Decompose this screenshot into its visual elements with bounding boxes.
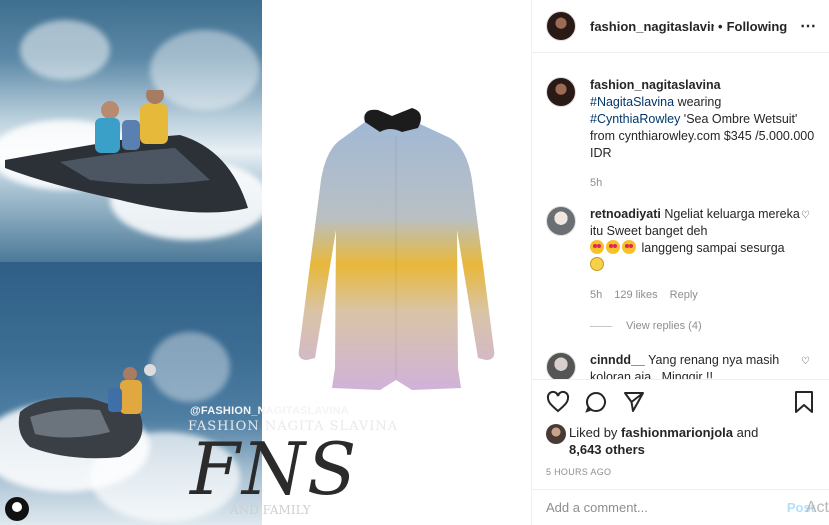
avatar[interactable] xyxy=(546,77,576,107)
comment-item: cinndd__ Yang renang nya masih koloran a… xyxy=(546,352,815,379)
liked-by: Liked by fashionmarionjola and 8,643 oth… xyxy=(546,424,815,458)
divider xyxy=(590,325,612,327)
caption-time[interactable]: 5h xyxy=(590,175,602,192)
watermark-family: AND FAMILY xyxy=(230,503,311,517)
avatar[interactable] xyxy=(546,424,566,444)
comment-like-heart-icon[interactable]: ♡ xyxy=(801,206,815,304)
view-replies-label: View replies (4) xyxy=(626,320,702,332)
likes-count[interactable]: 8,643 others xyxy=(569,442,645,457)
following-button[interactable]: Following xyxy=(727,19,788,34)
post-timestamp[interactable]: 5 HOURS AGO xyxy=(546,467,815,477)
comment-username[interactable]: retnoadiyati xyxy=(590,207,661,221)
post-image[interactable]: @FASHION_NAGITASLAVINA FASHION NAGITA SL… xyxy=(0,0,531,525)
avatar[interactable] xyxy=(546,206,576,236)
comment-item: retnoadiyati Ngeliat keluarga mereka itu… xyxy=(546,206,815,304)
comment-likes[interactable]: 129 likes xyxy=(614,287,657,304)
jetski-photo-top xyxy=(0,0,262,262)
liked-by-user[interactable]: fashionmarionjola xyxy=(621,425,733,440)
header-username[interactable]: fashion_nagitaslavina xyxy=(590,19,714,34)
hashtag-link[interactable]: #NagitaSlavina xyxy=(590,95,674,109)
watermark-handle: @FASHION_NAGITASLAVINA xyxy=(190,405,349,417)
comments-list[interactable]: fashion_nagitaslavina #NagitaSlavina wea… xyxy=(532,53,829,379)
avatar[interactable] xyxy=(546,352,576,379)
comment-like-heart-icon[interactable]: ♡ xyxy=(801,352,815,379)
activate-windows-watermark: Act xyxy=(805,499,829,516)
heart-icon[interactable] xyxy=(546,390,570,414)
post-side-panel: fashion_nagitaslavina • Following ⋯ fash… xyxy=(531,0,829,525)
watermark-monogram: FNS xyxy=(190,427,359,511)
share-icon[interactable] xyxy=(622,390,646,414)
caption-text: wearing xyxy=(674,95,722,109)
post-header: fashion_nagitaslavina • Following ⋯ xyxy=(532,0,829,53)
more-options-icon[interactable]: ⋯ xyxy=(800,16,817,36)
heart-eyes-emoji-icon xyxy=(590,240,604,254)
comment-username[interactable]: cinndd__ xyxy=(590,353,645,367)
separator-dot: • xyxy=(718,18,723,34)
view-replies-button[interactable]: View replies (4) xyxy=(590,320,815,332)
comment-icon[interactable] xyxy=(584,390,608,414)
comment-input[interactable]: Add a comment... xyxy=(546,500,787,515)
comment-time[interactable]: 5h xyxy=(590,287,602,304)
liked-by-and: and xyxy=(733,425,759,440)
heart-eyes-emoji-icon xyxy=(606,240,620,254)
heart-eyes-emoji-icon xyxy=(622,240,636,254)
comment-text: langgeng sampai sesurga xyxy=(638,241,785,255)
add-comment-bar: Add a comment... Post Act xyxy=(532,489,829,525)
bookmark-icon[interactable] xyxy=(793,390,815,414)
liked-by-prefix: Liked by xyxy=(569,425,622,440)
reply-button[interactable]: Reply xyxy=(670,287,698,304)
smile-emoji-icon xyxy=(590,257,604,271)
avatar[interactable] xyxy=(546,11,576,41)
caption-username[interactable]: fashion_nagitaslavina xyxy=(590,78,721,92)
user-tag-icon[interactable] xyxy=(5,497,29,521)
caption: fashion_nagitaslavina #NagitaSlavina wea… xyxy=(546,77,815,192)
post-actions: Liked by fashionmarionjola and 8,643 oth… xyxy=(532,379,829,489)
hashtag-link[interactable]: #CynthiaRowley xyxy=(590,112,680,126)
